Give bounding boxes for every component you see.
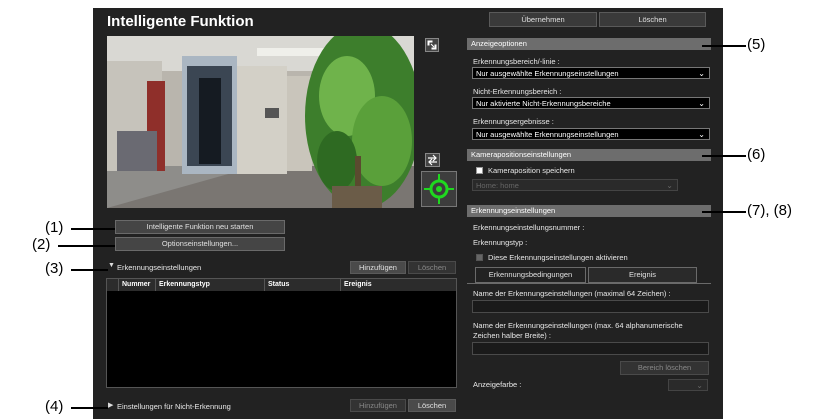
chevron-down-icon: ⌄ [696, 381, 703, 390]
delete-button[interactable]: Löschen [599, 12, 706, 27]
callout-4-line [71, 407, 108, 409]
display-color-select[interactable]: ⌄ [668, 379, 708, 391]
results-label: Erkennungsergebnisse : [473, 117, 554, 126]
name-alnum-input[interactable] [472, 342, 709, 355]
area-line-label: Erkennungsbereich/-linie : [473, 57, 560, 66]
nondetect-add-button[interactable]: Hinzufügen [350, 399, 406, 412]
nondetect-panel-title: Einstellungen für Nicht-Erkennung [117, 402, 231, 411]
detection-type-label: Erkennungstyp : [473, 238, 528, 247]
callout-78-line [702, 211, 746, 213]
area-line-select[interactable]: Nur ausgewählte Erkennungseinstellungen … [472, 67, 710, 79]
name-label: Name der Erkennungseinstellungen (maxima… [473, 289, 671, 298]
column-header-number: Nummer [119, 279, 156, 291]
column-header-status: Status [265, 279, 341, 291]
detection-panel-title: Erkennungseinstellungen [117, 263, 202, 272]
swap-arrows-icon[interactable] [425, 153, 440, 167]
detection-settings-header: Erkennungseinstellungen [467, 205, 711, 217]
chevron-down-icon: ⌄ [666, 181, 673, 190]
callout-3-line [71, 269, 108, 271]
detection-add-button[interactable]: Hinzufügen [350, 261, 406, 274]
callout-7-8: (7), (8) [747, 202, 792, 219]
column-header-type: Erkennungstyp [156, 279, 265, 291]
chevron-down-icon: ⌄ [698, 69, 705, 78]
chevron-down-icon: ⌄ [698, 130, 705, 139]
nondetect-area-value: Nur aktivierte Nicht-Erkennungsbereiche [476, 99, 611, 108]
callout-6: (6) [747, 146, 766, 163]
callout-5-line [702, 45, 746, 47]
name-alnum-label-2: Zeichen halber Breite) : [473, 331, 551, 340]
activate-label: Diese Erkennungseinstellungen aktivieren [488, 253, 628, 262]
chevron-down-icon: ⌄ [698, 99, 705, 108]
restart-button[interactable]: Intelligente Funktion neu starten [115, 220, 285, 234]
camera-target-icon[interactable] [421, 171, 457, 207]
triangle-right-icon: ▶ [108, 402, 114, 409]
callout-3: (3) [45, 260, 64, 277]
callout-4: (4) [45, 398, 64, 415]
results-value: Nur ausgewählte Erkennungseinstellungen [476, 130, 619, 139]
fullscreen-icon[interactable] [425, 38, 439, 52]
name-input[interactable] [472, 300, 709, 313]
activate-checkbox[interactable] [476, 254, 483, 261]
area-line-value: Nur ausgewählte Erkennungseinstellungen [476, 69, 619, 78]
display-color-label: Anzeigefarbe : [473, 380, 522, 389]
callout-2: (2) [32, 236, 51, 253]
name-alnum-label-1: Name der Erkennungseinstellungen (max. 6… [473, 321, 683, 330]
camera-image [107, 36, 414, 208]
callout-6-line [702, 155, 746, 157]
clear-area-button[interactable]: Bereich löschen [620, 361, 709, 375]
detection-table[interactable]: Nummer Erkennungstyp Status Ereignis [106, 278, 457, 388]
callout-2-line [58, 245, 115, 247]
camera-position-header: Kamerapositionseinstellungen [467, 149, 711, 161]
results-select[interactable]: Nur ausgewählte Erkennungseinstellungen … [472, 128, 710, 140]
callout-5: (5) [747, 36, 766, 53]
apply-button[interactable]: Übernehmen [489, 12, 597, 27]
callout-1-line [71, 228, 115, 230]
tab-divider [467, 283, 711, 284]
preset-value: Home: home [476, 181, 519, 190]
column-header-event: Ereignis [344, 281, 372, 288]
tab-conditions[interactable]: Erkennungsbedingungen [475, 267, 586, 283]
tab-event[interactable]: Ereignis [588, 267, 697, 283]
nondetect-area-label: Nicht-Erkennungsbereich : [473, 87, 562, 96]
page-title: Intelligente Funktion [107, 13, 254, 30]
save-position-label: Kameraposition speichern [488, 166, 575, 175]
save-position-checkbox[interactable] [476, 167, 483, 174]
camera-video-view[interactable] [107, 36, 414, 208]
detection-delete-button[interactable]: Löschen [408, 261, 456, 274]
options-button[interactable]: Optionseinstellungen... [115, 237, 285, 251]
preset-select[interactable]: Home: home ⌄ [472, 179, 678, 191]
callout-1: (1) [45, 219, 64, 236]
table-header: Nummer Erkennungstyp Status Ereignis [107, 279, 456, 291]
display-options-header: Anzeigeoptionen [467, 38, 711, 50]
setting-number-label: Erkennungseinstellungsnummer : [473, 223, 585, 232]
column-header-select [107, 279, 119, 291]
triangle-down-icon: ▼ [108, 262, 115, 269]
nondetect-delete-button[interactable]: Löschen [408, 399, 456, 412]
nondetect-area-select[interactable]: Nur aktivierte Nicht-Erkennungsbereiche … [472, 97, 710, 109]
